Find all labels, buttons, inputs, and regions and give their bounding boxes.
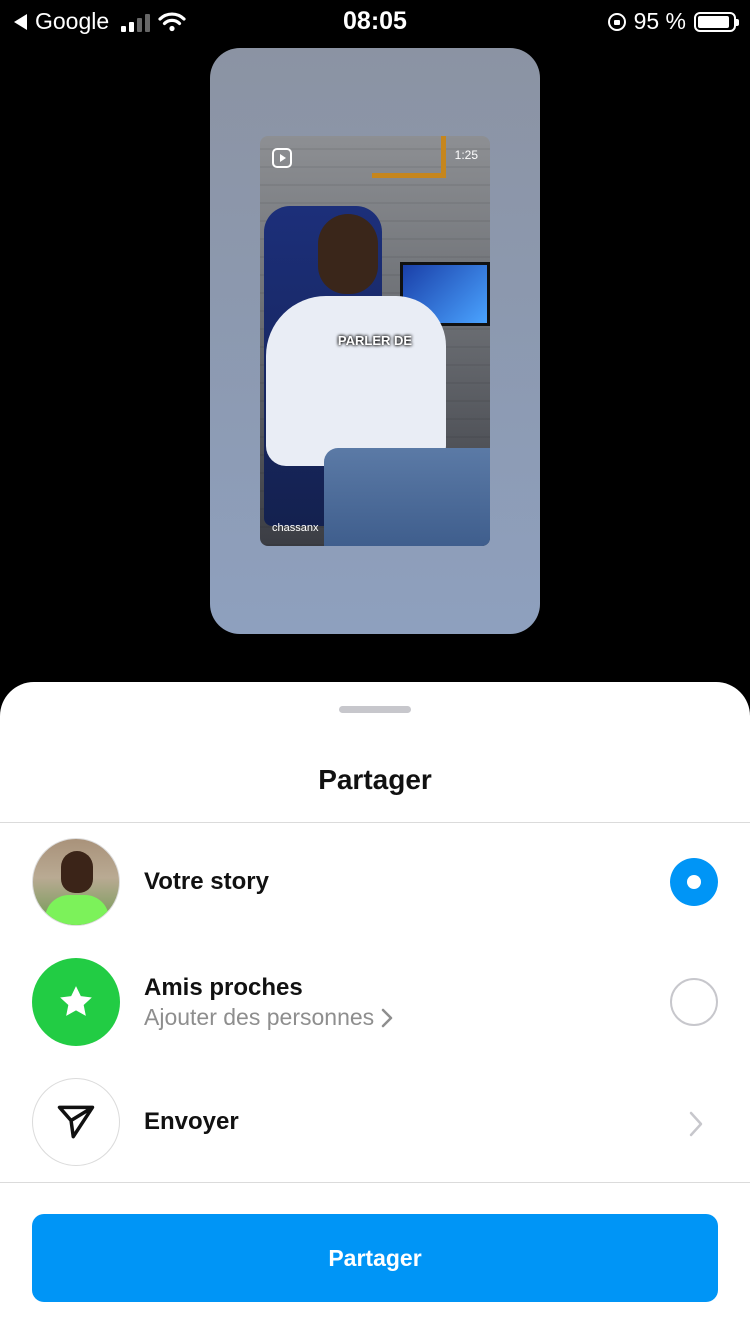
send-icon: [57, 1105, 95, 1139]
sheet-title: Partager: [318, 764, 432, 795]
add-people-link[interactable]: Ajouter des personnes: [144, 1004, 394, 1031]
reel-thumbnail: 1:25 PARLER DE chassanx: [260, 136, 490, 546]
sheet-grabber[interactable]: [339, 706, 411, 713]
reel-duration: 1:25: [454, 148, 478, 162]
option-your-story[interactable]: Votre story: [0, 832, 750, 932]
reels-icon: [272, 148, 292, 168]
battery-icon: [694, 11, 739, 32]
rotation-lock-icon: [607, 12, 626, 31]
reel-scene-jeans: [324, 448, 490, 546]
option-title: Amis proches: [144, 974, 303, 1001]
reel-username: chassanx: [272, 522, 319, 534]
reel-caption: PARLER DE: [337, 333, 413, 348]
radio-selected[interactable]: [670, 858, 718, 906]
reel-scene-person: [266, 296, 446, 466]
divider: [0, 1182, 750, 1183]
option-title: Envoyer: [144, 1108, 239, 1135]
option-close-friends[interactable]: Amis proches Ajouter des personnes: [0, 952, 750, 1052]
close-friends-avatar: [32, 958, 120, 1046]
option-title: Votre story: [144, 868, 269, 895]
option-send[interactable]: Envoyer: [0, 1072, 750, 1172]
chevron-right-icon: [689, 1111, 703, 1137]
story-preview[interactable]: 1:25 PARLER DE chassanx: [210, 48, 540, 634]
status-right: 95 %: [607, 8, 739, 35]
avatar: [32, 838, 120, 926]
option-subtitle: Ajouter des personnes: [144, 1004, 375, 1030]
star-icon: [60, 986, 92, 1016]
share-button[interactable]: Partager: [32, 1214, 718, 1302]
radio-unselected[interactable]: [670, 978, 718, 1026]
status-bar: Google 08:05 95 %: [0, 0, 750, 42]
send-avatar: [32, 1078, 120, 1166]
divider: [0, 822, 750, 823]
reel-scene-pipe: [372, 136, 446, 178]
chevron-right-icon: [381, 1008, 393, 1027]
reel-scene-head: [318, 214, 378, 294]
battery-percentage: 95 %: [633, 8, 686, 34]
share-sheet: Partager Votre story Amis proches Ajoute…: [0, 682, 750, 1334]
